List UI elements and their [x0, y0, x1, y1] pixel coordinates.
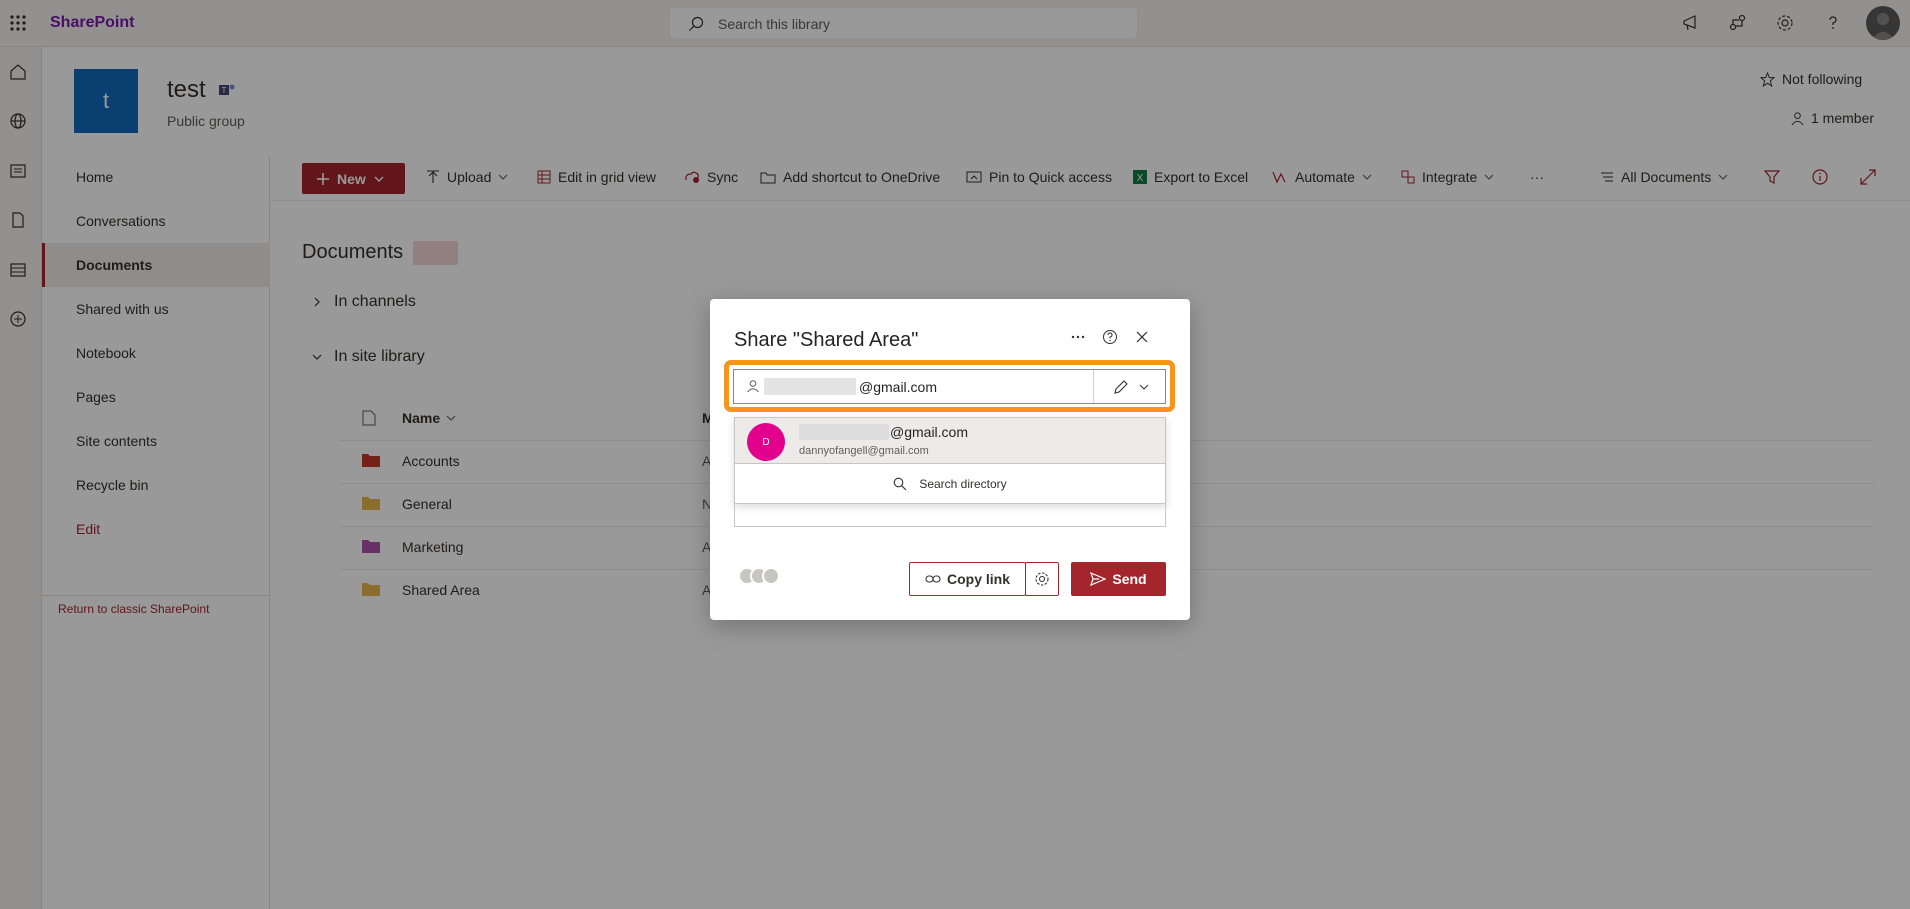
- message-field[interactable]: [734, 504, 1166, 527]
- close-icon[interactable]: [1134, 329, 1150, 345]
- search-icon: [893, 477, 907, 491]
- permission-dropdown[interactable]: [1093, 370, 1167, 403]
- person-icon: [746, 379, 760, 393]
- send-label: Send: [1112, 571, 1147, 587]
- recipient-input[interactable]: @gmail.com: [733, 369, 1166, 404]
- suggestion-item[interactable]: D @gmail.com dannyofangell@gmail.com: [735, 418, 1165, 464]
- redacted-text: [799, 424, 889, 440]
- send-button[interactable]: Send: [1071, 562, 1166, 596]
- gear-icon: [1034, 571, 1050, 587]
- avatar: D: [747, 423, 785, 461]
- more-options-icon[interactable]: [1070, 329, 1086, 345]
- avatar: [762, 567, 780, 585]
- redacted-text: [764, 378, 856, 395]
- pencil-icon: [1113, 379, 1129, 395]
- recipient-value: @gmail.com: [859, 379, 938, 395]
- dialog-actions: [1070, 329, 1150, 345]
- help-icon[interactable]: [1102, 329, 1118, 345]
- send-icon: [1090, 572, 1107, 586]
- search-directory-button[interactable]: Search directory: [735, 465, 1165, 503]
- copy-link-button[interactable]: Copy link: [909, 562, 1026, 596]
- suggestion-email: @gmail.com: [890, 424, 969, 440]
- people-suggestions: D @gmail.com dannyofangell@gmail.com Sea…: [734, 417, 1166, 504]
- dialog-title: Share "Shared Area": [734, 329, 919, 351]
- link-settings-button[interactable]: [1025, 562, 1059, 596]
- share-dialog: Share "Shared Area" @gmail.com D @gmail.…: [710, 299, 1190, 620]
- link-icon: [925, 573, 941, 585]
- suggestion-secondary: dannyofangell@gmail.com: [799, 445, 929, 457]
- copy-link-label: Copy link: [946, 571, 1010, 587]
- shared-with-avatars[interactable]: [738, 567, 780, 585]
- chevron-down-icon: [1139, 382, 1149, 392]
- search-directory-label: Search directory: [919, 477, 1007, 491]
